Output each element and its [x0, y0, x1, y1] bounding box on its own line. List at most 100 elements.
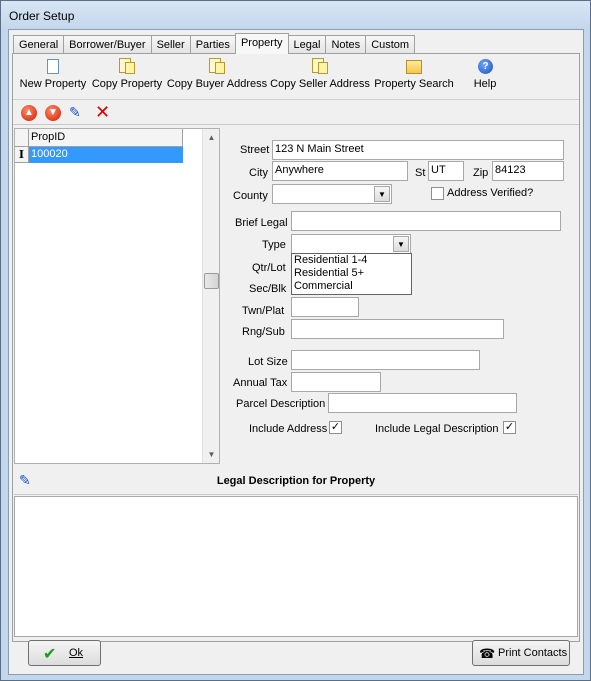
property-grid[interactable]: PropID I 100020 ▲ ▼ — [14, 128, 220, 464]
zip-input[interactable]: 84123 — [492, 161, 564, 181]
button-label: Help — [473, 78, 497, 90]
twn-plat-input[interactable] — [291, 297, 359, 317]
edit-pencil-icon[interactable]: ✎ — [69, 104, 86, 121]
type-dropdown-list[interactable]: Residential 1-4 Residential 5+ Commercia… — [291, 253, 412, 295]
annual-tax-label: Annual Tax — [233, 377, 288, 389]
scroll-down-icon[interactable]: ▼ — [203, 446, 220, 463]
move-down-icon[interactable]: ▼ — [45, 105, 61, 121]
parcel-description-label: Parcel Description — [236, 398, 326, 410]
grid-scrollbar[interactable]: ▲ ▼ — [202, 129, 219, 463]
tab-label: General — [19, 39, 59, 51]
copy-icon — [209, 58, 225, 75]
checkmark-icon: ✔ — [43, 646, 57, 663]
column-header-propid[interactable]: PropID — [29, 129, 183, 147]
tab-label: Parties — [195, 39, 230, 51]
rng-sub-input[interactable] — [291, 319, 504, 339]
state-input[interactable]: UT — [428, 161, 464, 181]
tab-notes[interactable]: Notes — [325, 35, 367, 54]
grid-header: PropID — [15, 129, 183, 147]
record-toolbar: ▲ ▼ ✎ ✕ — [13, 101, 579, 125]
address-verified-checkbox[interactable] — [431, 187, 444, 200]
qtr-lot-label: Qtr/Lot — [252, 262, 286, 274]
parcel-description-input[interactable] — [328, 393, 517, 413]
lot-size-label: Lot Size — [248, 356, 288, 368]
ok-button[interactable]: ✔ Ok — [28, 640, 101, 666]
phone-icon: ☎ — [479, 646, 496, 661]
copy-seller-address-button[interactable]: Copy Seller Address — [269, 58, 371, 90]
new-document-icon — [45, 58, 61, 75]
order-setup-window: Order Setup General Borrower/Buyer Selle… — [0, 0, 591, 681]
print-contacts-button[interactable]: ☎ Print Contacts — [472, 640, 570, 666]
type-option[interactable]: Residential 5+ — [292, 267, 411, 280]
delete-icon[interactable]: ✕ — [95, 102, 112, 122]
city-input[interactable]: Anywhere — [272, 161, 408, 181]
tab-seller[interactable]: Seller — [150, 35, 191, 54]
copy-property-button[interactable]: Copy Property — [90, 58, 164, 90]
tab-strip: General Borrower/Buyer Seller Parties Pr… — [13, 33, 416, 54]
tab-property[interactable]: Property — [234, 33, 289, 54]
tab-custom[interactable]: Custom — [365, 35, 416, 54]
legal-description-textarea[interactable] — [14, 496, 578, 637]
include-legal-description-checkbox[interactable]: ✓ — [503, 421, 516, 434]
annual-tax-input[interactable] — [291, 372, 381, 392]
rng-sub-label: Rng/Sub — [242, 326, 285, 338]
button-label: Print Contacts — [498, 647, 568, 659]
state-label: St — [415, 167, 426, 179]
type-option[interactable]: Residential 1-4 — [292, 254, 411, 267]
propid-cell[interactable]: 100020 — [29, 147, 183, 163]
chevron-down-icon[interactable]: ▼ — [374, 186, 390, 202]
address-verified-label: Address Verified? — [447, 187, 534, 199]
button-label: Copy Property — [91, 78, 163, 90]
dialog-client: General Borrower/Buyer Seller Parties Pr… — [8, 29, 584, 675]
button-label: Property Search — [374, 78, 454, 90]
chevron-down-icon[interactable]: ▼ — [393, 236, 409, 252]
button-label: Copy Buyer Address — [166, 78, 268, 90]
scroll-up-icon[interactable]: ▲ — [203, 129, 220, 146]
county-select[interactable]: ▼ — [272, 184, 392, 204]
new-property-button[interactable]: New Property — [18, 58, 88, 90]
street-input[interactable]: 123 N Main Street — [272, 140, 564, 160]
help-button[interactable]: ? Help — [467, 58, 503, 90]
street-label: Street — [240, 144, 270, 156]
legal-description-title: Legal Description for Property — [216, 475, 376, 487]
row-indicator-icon: I — [15, 147, 29, 163]
scroll-thumb[interactable] — [204, 273, 219, 289]
type-option[interactable]: Commercial — [292, 280, 411, 293]
help-icon: ? — [477, 58, 493, 75]
copy-icon — [312, 58, 328, 75]
table-row[interactable]: I 100020 — [15, 147, 183, 163]
tab-label: Notes — [331, 39, 361, 51]
brief-legal-label: Brief Legal — [235, 217, 288, 229]
copy-icon — [119, 58, 135, 75]
copy-buyer-address-button[interactable]: Copy Buyer Address — [166, 58, 268, 90]
tab-legal[interactable]: Legal — [287, 35, 327, 54]
move-up-icon[interactable]: ▲ — [21, 105, 37, 121]
type-select[interactable]: ▼ — [291, 234, 411, 254]
zip-label: Zip — [473, 167, 489, 179]
tab-label: Property — [240, 37, 283, 49]
include-address-label: Include Address — [249, 423, 328, 435]
legal-description-header: ✎ Legal Description for Property — [14, 467, 578, 495]
tab-label: Seller — [156, 39, 185, 51]
tab-label: Borrower/Buyer — [69, 39, 146, 51]
tab-borrower-buyer[interactable]: Borrower/Buyer — [63, 35, 152, 54]
search-icon — [406, 58, 422, 75]
button-label: New Property — [19, 78, 87, 90]
include-legal-description-label: Include Legal Description — [375, 423, 499, 435]
tab-label: Custom — [371, 39, 410, 51]
property-search-button[interactable]: Property Search — [371, 58, 457, 90]
tab-general[interactable]: General — [13, 35, 65, 54]
city-label: City — [249, 167, 268, 179]
lot-size-input[interactable] — [291, 350, 480, 370]
tab-parties[interactable]: Parties — [189, 35, 236, 54]
county-label: County — [233, 190, 268, 202]
property-toolbar: New Property Copy Property Copy Buyer Ad… — [13, 54, 579, 100]
title-bar[interactable]: Order Setup — [1, 1, 590, 29]
twn-plat-label: Twn/Plat — [242, 305, 285, 317]
grid-corner — [15, 129, 29, 147]
button-label: Copy Seller Address — [270, 78, 370, 90]
include-address-checkbox[interactable]: ✓ — [329, 421, 342, 434]
type-label: Type — [262, 239, 286, 251]
window-title: Order Setup — [9, 9, 75, 23]
brief-legal-input[interactable] — [291, 211, 561, 231]
